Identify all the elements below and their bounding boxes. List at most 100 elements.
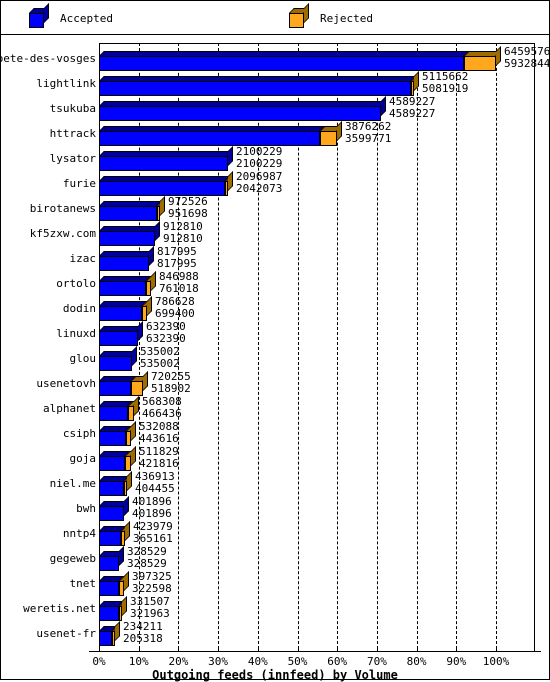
bar-segment-accepted [99,331,138,346]
bar-side-cap [134,396,139,416]
chart-row: httrack 3876262 3599771 [1,121,549,147]
bar-value-labels: 397325 322598 [132,571,172,595]
x-axis-tick [138,646,140,652]
chart-row: furie 2096987 2042073 [1,171,549,197]
bar-accepted-value: 5932844 [504,57,550,70]
bar-segment-rejected [125,456,131,471]
bar-segment-accepted [99,156,228,171]
category-label: gegeweb [49,552,96,565]
legend-label: Accepted [60,11,113,25]
plot-area: bete-des-vosges 6459576 5932844 lightlink 51… [0,35,550,679]
chart-row: tnet 397325 322598 [1,571,549,597]
bar-side-cap [151,271,156,291]
x-axis-tick [496,646,497,652]
bar-value-labels: 568308 466436 [142,396,182,420]
plot-top-border [99,43,534,44]
bar-segment-accepted [99,281,146,296]
chart-legend: Accepted Rejected [1,1,549,35]
category-label: linuxd [56,327,96,340]
stacked-bar [99,296,153,321]
bar-segment-rejected [225,181,228,196]
stacked-bar [99,321,144,346]
bar-value-labels: 5115662 5081919 [422,71,468,95]
bar-value-labels: 786628 699400 [155,296,195,320]
bar-segment-accepted [99,381,131,396]
x-axis-tick [178,646,180,652]
category-label: lysator [49,152,96,165]
legend-item-rejected: Rejected [289,1,373,35]
category-label: bwh [76,502,96,515]
bar-segment-rejected [157,206,160,221]
bar-segment-rejected [121,531,125,546]
bar-accepted-value: 466436 [142,407,182,420]
bar-side-cap [228,171,233,191]
chart-row: linuxd 632390 632390 [1,321,549,347]
x-axis-line [89,651,541,652]
legend-item-accepted: Accepted [29,1,113,35]
chart-row: bete-des-vosges 6459576 5932844 [0,46,550,72]
x-axis-tick-label: 0% [92,655,106,668]
chart-row: csiph 532088 443616 [1,421,549,447]
x-axis-tick [99,646,100,652]
chart-row: alphanet 568308 466436 [1,396,549,422]
bar-side-cap [131,446,136,466]
x-axis-tick-label: 70% [366,655,387,668]
stacked-bar [99,471,133,496]
bar-accepted-value: 3599771 [345,132,392,145]
bar-side-cap [138,321,143,341]
x-axis-tick-label: 90% [446,655,467,668]
category-label: usenet-fr [36,627,96,640]
bar-segment-accepted [99,581,119,596]
bar-segment-accepted [99,56,464,71]
bar-value-labels: 972526 951698 [168,196,208,220]
category-label: nntp4 [62,527,96,540]
x-axis-tick [416,646,418,652]
stacked-bar [99,446,137,471]
bar-segment-accepted [99,206,157,221]
category-label: usenetovh [36,377,96,390]
category-label: lightlink [36,77,96,90]
stacked-bar [99,46,502,71]
stacked-bar [99,496,130,521]
bar-value-labels: 328529 328529 [127,546,167,570]
x-axis-tick [337,646,339,652]
bar-segment-accepted [99,131,320,146]
stacked-bar [99,421,137,446]
stacked-bar [99,146,234,171]
chart-row: kf5zxw.com 912810 912810 [1,221,549,247]
bar-side-cap [337,121,342,141]
bar-accepted-value: 2042073 [236,182,283,195]
category-label: dodin [62,302,96,315]
bar-value-labels: 532088 443616 [139,421,179,445]
stacked-bar [99,596,128,621]
bar-value-labels: 436913 404455 [135,471,175,495]
bar-accepted-value: 632390 [146,332,186,345]
bar-accepted-value: 404455 [135,482,175,495]
category-label: tsukuba [49,102,96,115]
category-label: goja [69,452,97,465]
x-axis-tick-label: 60% [327,655,348,668]
stacked-bar [99,371,149,396]
category-label: niel.me [49,477,96,490]
x-axis-tick-label: 20% [168,655,189,668]
chart-row: dodin 786628 699400 [1,296,549,322]
bar-accepted-value: 421816 [139,457,179,470]
bar-accepted-value: 518902 [151,382,191,395]
bar-segment-accepted [99,606,119,621]
stacked-bar [99,546,125,571]
bar-segment-rejected [146,281,151,296]
stacked-bar [99,221,161,246]
bar-accepted-value: 951698 [168,207,208,220]
bar-value-labels: 423979 365161 [133,521,173,545]
bar-accepted-value: 4589227 [389,107,436,120]
bar-segment-accepted [99,456,125,471]
bar-segment-accepted [99,306,142,321]
bar-accepted-value: 817995 [157,257,197,270]
bar-value-labels: 234211 205318 [123,621,163,645]
chart-row: izac 817995 817995 [1,246,549,272]
chart-row: ortolo 846988 761018 [1,271,549,297]
bar-value-labels: 2100229 2100229 [236,146,282,170]
bar-segment-rejected [142,306,147,321]
bar-segment-rejected [464,56,496,71]
bar-accepted-value: 2100229 [236,157,283,170]
